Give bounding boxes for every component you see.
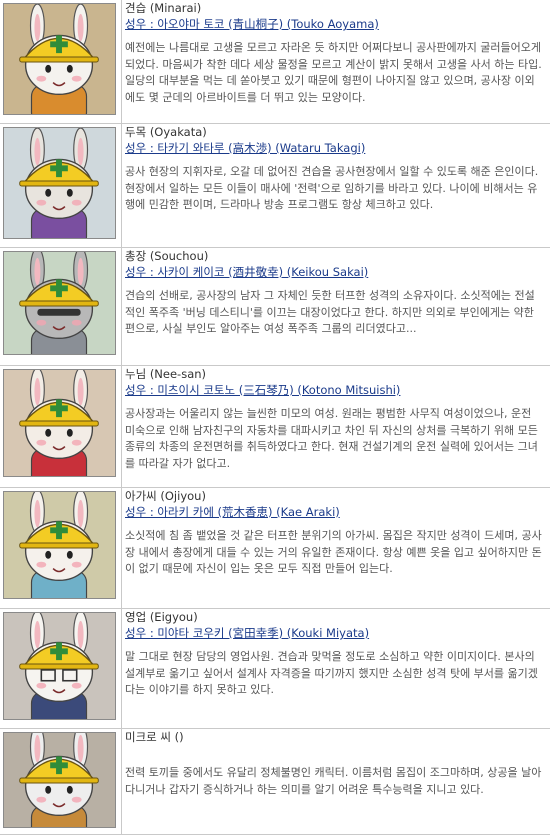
voice-actor-link[interactable]: 성우 : 아라키 카에 (荒木香恵) (Kae Araki) — [125, 504, 548, 520]
character-row: 영업 (Eigyou) 성우 : 미야타 코우키 (宮田幸季) (Kouki Mi… — [0, 609, 550, 729]
left-eye — [45, 428, 52, 437]
thumbnail-cell — [0, 609, 122, 728]
character-illustration — [4, 370, 115, 476]
character-name: 견습 (Minarai) — [125, 1, 202, 15]
voice-actor-link[interactable]: 성우 : 미츠이시 코토노 (三石琴乃) (Kotono Mitsuishi) — [125, 382, 548, 398]
voice-actor-link[interactable]: 성우 : 타카기 와타루 (高木渉) (Wataru Takagi) — [125, 140, 548, 156]
character-illustration — [4, 733, 115, 827]
character-thumbnail — [3, 732, 116, 828]
character-description: 소싯적에 침 좀 뱉었을 것 같은 터프한 분위기의 아가씨. 몸집은 작지만 … — [125, 529, 542, 575]
right-eye — [66, 785, 73, 794]
character-name: 아가씨 (Ojiyou) — [125, 489, 206, 503]
right-eye — [66, 64, 73, 73]
voice-actor-link[interactable]: 성우 : 미야타 코우키 (宮田幸季) (Kouki Miyata) — [125, 625, 548, 641]
text-cell: 견습 (Minarai) 성우 : 아오야마 토코 (青山桐子) (Touko A… — [125, 0, 548, 123]
character-description: 공사 현장의 지휘자로, 오갈 데 없어진 견습을 공사현장에서 일할 수 있도… — [125, 165, 539, 211]
character-description: 견습의 선배로, 공사장의 남자 그 자체인 듯한 터프한 성격의 소유자이다.… — [125, 289, 535, 335]
character-name: 누님 (Nee-san) — [125, 367, 207, 381]
character-illustration — [4, 4, 115, 114]
character-illustration — [4, 613, 115, 719]
left-eye — [45, 550, 52, 559]
character-name: 미크로 씨 () — [125, 730, 184, 744]
character-thumbnail — [3, 3, 116, 115]
voice-actor-link[interactable]: 성우 : 아오야마 토코 (青山桐子) (Touko Aoyama) — [125, 16, 548, 32]
character-description: 말 그대로 현장 담당의 영업사원. 견습과 맞먹을 정도로 소심하고 약한 이… — [125, 650, 538, 696]
character-name: 두목 (Oyakata) — [125, 125, 207, 139]
left-eye — [45, 188, 52, 197]
thumbnail-cell — [0, 729, 122, 834]
character-illustration — [4, 252, 115, 354]
character-thumbnail — [3, 127, 116, 239]
thumbnail-cell — [0, 124, 122, 247]
character-row: 견습 (Minarai) 성우 : 아오야마 토코 (青山桐子) (Touko A… — [0, 0, 550, 124]
character-description: 공사장과는 어울리지 않는 늘씬한 미모의 여성. 원래는 평범한 사무직 여성… — [125, 407, 538, 470]
thumbnail-cell — [0, 248, 122, 365]
thumbnail-cell — [0, 0, 122, 123]
character-row: 미크로 씨 () 전력 토끼들 중에서도 유달리 정체불명인 캐릭터. 이름처럼 … — [0, 729, 550, 835]
character-description: 예전에는 나름대로 고생을 모르고 자라온 듯 하지만 어쩌다보니 공사판에까지… — [125, 41, 542, 104]
right-eye — [66, 428, 73, 437]
character-row: 두목 (Oyakata) 성우 : 타카기 와타루 (高木渉) (Wataru T… — [0, 124, 550, 248]
text-cell: 총장 (Souchou) 성우 : 사카이 케이코 (酒井敬幸) (Keikou … — [125, 248, 548, 365]
character-name: 총장 (Souchou) — [125, 249, 209, 263]
character-list: 견습 (Minarai) 성우 : 아오야마 토코 (青山桐子) (Touko A… — [0, 0, 550, 835]
text-cell: 영업 (Eigyou) 성우 : 미야타 코우키 (宮田幸季) (Kouki Mi… — [125, 609, 548, 728]
thumbnail-cell — [0, 488, 122, 608]
character-thumbnail — [3, 251, 116, 355]
text-cell: 두목 (Oyakata) 성우 : 타카기 와타루 (高木渉) (Wataru T… — [125, 124, 548, 247]
thumbnail-cell — [0, 366, 122, 487]
character-row: 아가씨 (Ojiyou) 성우 : 아라키 카에 (荒木香恵) (Kae Arak… — [0, 488, 550, 609]
character-thumbnail — [3, 491, 116, 599]
character-row: 누님 (Nee-san) 성우 : 미츠이시 코토노 (三石琴乃) (Kotono… — [0, 366, 550, 488]
left-eye — [45, 64, 52, 73]
text-cell: 미크로 씨 () 전력 토끼들 중에서도 유달리 정체불명인 캐릭터. 이름처럼 … — [125, 729, 548, 834]
character-illustration — [4, 492, 115, 598]
character-row: 총장 (Souchou) 성우 : 사카이 케이코 (酒井敬幸) (Keikou … — [0, 248, 550, 366]
sunglasses — [37, 308, 81, 316]
character-thumbnail — [3, 369, 116, 477]
text-cell: 아가씨 (Ojiyou) 성우 : 아라키 카에 (荒木香恵) (Kae Arak… — [125, 488, 548, 608]
right-eye — [66, 188, 73, 197]
voice-actor-link[interactable]: 성우 : 사카이 케이코 (酒井敬幸) (Keikou Sakai) — [125, 264, 548, 280]
right-eye — [66, 550, 73, 559]
left-eye — [45, 785, 52, 794]
character-description: 전력 토끼들 중에서도 유달리 정체불명인 캐릭터. 이름처럼 몸집이 조그마하… — [125, 766, 542, 796]
text-cell: 누님 (Nee-san) 성우 : 미츠이시 코토노 (三石琴乃) (Kotono… — [125, 366, 548, 487]
character-illustration — [4, 128, 115, 238]
character-name: 영업 (Eigyou) — [125, 610, 198, 624]
character-thumbnail — [3, 612, 116, 720]
